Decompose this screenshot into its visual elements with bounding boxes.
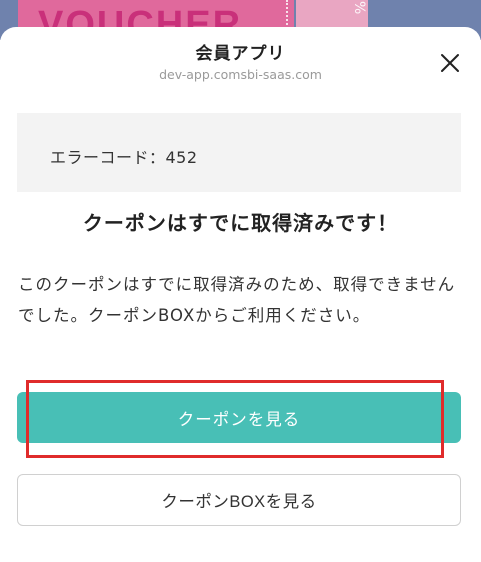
modal-title: 会員アプリ bbox=[195, 44, 286, 64]
close-button[interactable] bbox=[436, 49, 464, 77]
close-icon bbox=[441, 54, 459, 72]
error-message: このクーポンはすでに取得済みのため、取得できませんでした。クーポンBOXからご利… bbox=[18, 275, 456, 325]
error-code-text: エラーコード：452 bbox=[50, 148, 198, 167]
modal-domain: dev-app.comsbi-saas.com bbox=[159, 67, 322, 82]
view-coupon-box-button[interactable]: クーポンBOXを見る bbox=[17, 474, 461, 526]
view-coupon-button[interactable]: クーポンを見る bbox=[17, 392, 461, 443]
screen: VOUCHER % 会員アプリ dev-app.comsbi-saas.com … bbox=[0, 0, 481, 562]
error-code-box: エラーコード：452 bbox=[17, 113, 461, 192]
modal-sheet: 会員アプリ dev-app.comsbi-saas.com エラーコード：452… bbox=[0, 27, 481, 562]
error-headline: クーポンはすでに取得済みです！ bbox=[82, 211, 399, 235]
